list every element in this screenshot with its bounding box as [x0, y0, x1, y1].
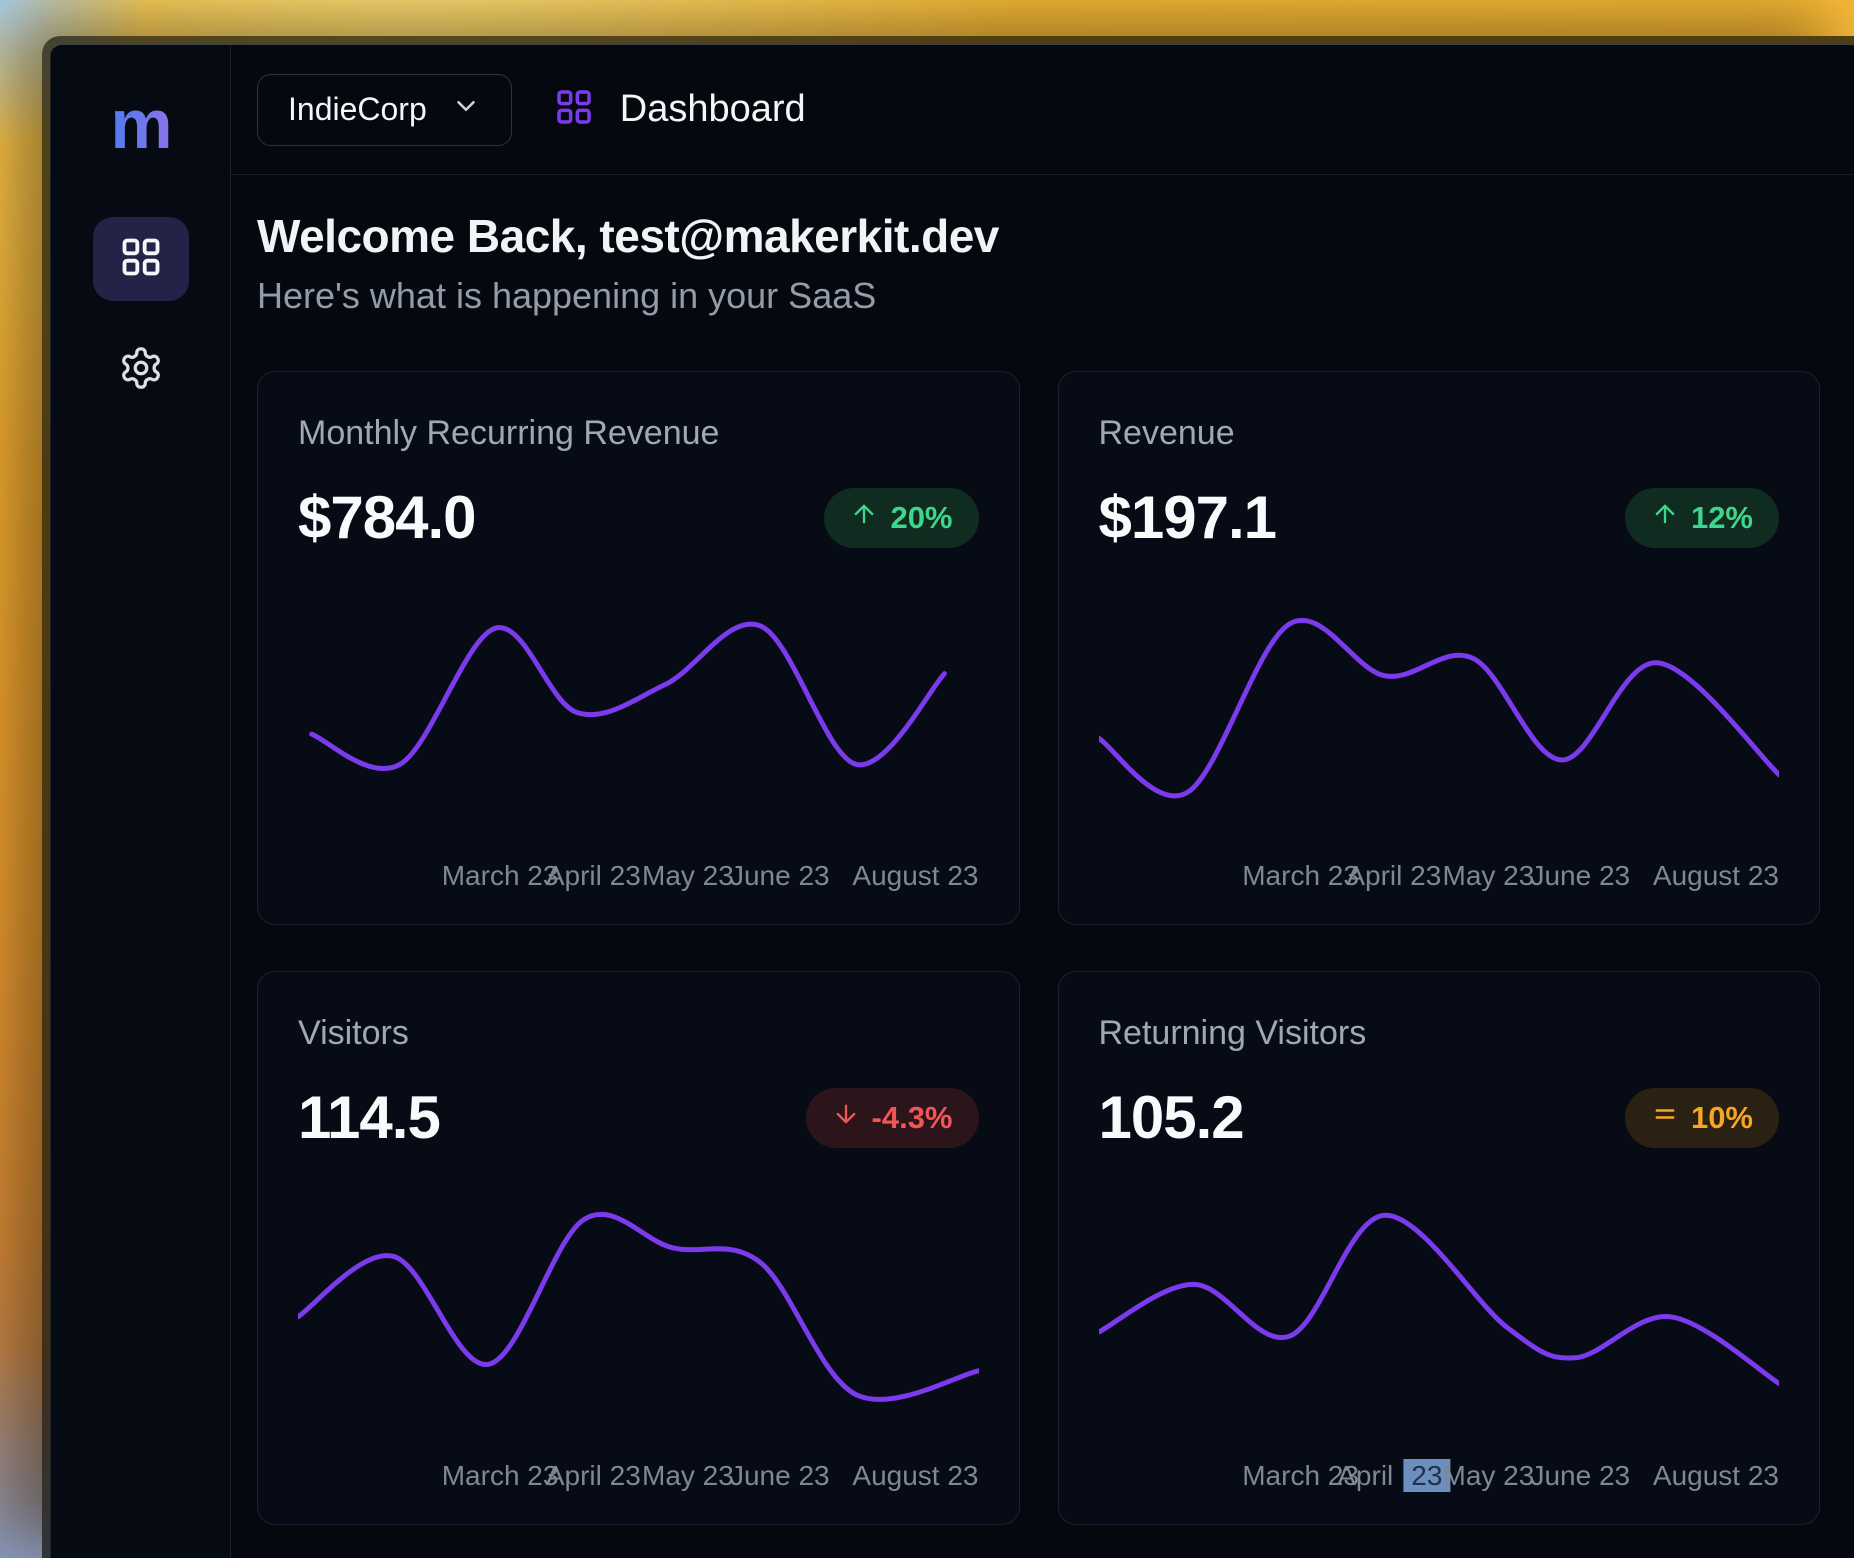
chart-area	[1099, 586, 1780, 840]
page-content: Welcome Back, test@makerkit.dev Here's w…	[231, 175, 1854, 1525]
trend-value: 12%	[1691, 500, 1753, 536]
trend-badge: -4.3%	[806, 1088, 979, 1148]
team-selector-button[interactable]: IndieCorp	[257, 74, 512, 146]
mrr-line-chart	[298, 586, 979, 826]
card-value: 105.2	[1099, 1083, 1244, 1152]
card-title: Returning Visitors	[1099, 1014, 1780, 1053]
trend-value: -4.3%	[872, 1100, 953, 1136]
card-title: Revenue	[1099, 414, 1780, 453]
card-visitors: Visitors 114.5 -4.3%	[257, 971, 1020, 1525]
chart-area	[298, 1186, 979, 1440]
x-tick: August 23	[852, 1460, 978, 1492]
x-tick: March 23	[442, 860, 559, 892]
card-value: $784.0	[298, 483, 476, 552]
layout-grid-icon	[119, 235, 163, 284]
gear-icon	[118, 345, 164, 396]
x-axis-labels: March 23 April 23 May 23 June 23 August …	[1099, 860, 1780, 900]
chart-area	[1099, 1186, 1780, 1440]
card-revenue: Revenue $197.1 12% Ma	[1058, 371, 1821, 925]
equals-icon	[1651, 1100, 1679, 1136]
x-tick: May 23	[642, 860, 734, 892]
x-tick: August 23	[1653, 1460, 1779, 1492]
trend-badge: 12%	[1625, 488, 1779, 548]
x-tick: May 23	[1443, 1460, 1535, 1492]
trend-badge: 10%	[1625, 1088, 1779, 1148]
trend-badge: 20%	[824, 488, 978, 548]
x-tick-month: April	[1337, 1460, 1393, 1491]
sidebar-item-settings[interactable]	[93, 335, 189, 405]
arrow-up-icon	[1651, 500, 1679, 536]
card-monthly-recurring-revenue: Monthly Recurring Revenue $784.0 20%	[257, 371, 1020, 925]
trend-value: 10%	[1691, 1100, 1753, 1136]
value-row: $784.0 20%	[298, 483, 979, 552]
x-tick-april-selected: April23	[1337, 1460, 1450, 1492]
visitors-line-chart	[298, 1186, 979, 1426]
x-tick: August 23	[852, 860, 978, 892]
value-row: 114.5 -4.3%	[298, 1083, 979, 1152]
x-axis-labels: March 23 April23 May 23 June 23 August 2…	[1099, 1460, 1780, 1500]
x-tick: May 23	[642, 1460, 734, 1492]
value-row: $197.1 12%	[1099, 483, 1780, 552]
returning-visitors-line-chart	[1099, 1186, 1780, 1426]
chevron-down-icon	[451, 91, 481, 129]
value-row: 105.2 10%	[1099, 1083, 1780, 1152]
breadcrumb: Dashboard	[554, 87, 806, 132]
makerkit-logo: m	[110, 89, 170, 159]
x-tick: June 23	[730, 1460, 830, 1492]
main-area: IndieCorp Dashboard Welcome Back, test@m…	[231, 45, 1854, 1558]
revenue-line-chart	[1099, 586, 1780, 826]
card-title: Monthly Recurring Revenue	[298, 414, 979, 453]
sidebar-item-dashboard[interactable]	[93, 217, 189, 301]
chart-area	[298, 586, 979, 840]
x-tick: June 23	[730, 860, 830, 892]
cards-grid: Monthly Recurring Revenue $784.0 20%	[257, 371, 1820, 1525]
x-tick: May 23	[1443, 860, 1535, 892]
x-tick: March 23	[442, 1460, 559, 1492]
team-selector-label: IndieCorp	[288, 91, 427, 128]
x-tick: April 23	[1346, 860, 1441, 892]
card-title: Visitors	[298, 1014, 979, 1053]
x-axis-labels: March 23 April 23 May 23 June 23 August …	[298, 860, 979, 900]
x-tick: June 23	[1530, 1460, 1630, 1492]
trend-value: 20%	[890, 500, 952, 536]
topbar: IndieCorp Dashboard	[231, 45, 1854, 175]
x-tick: April 23	[546, 860, 641, 892]
arrow-down-icon	[832, 1100, 860, 1136]
app-window: m IndieCorp	[50, 44, 1854, 1558]
x-axis-labels: March 23 April 23 May 23 June 23 August …	[298, 1460, 979, 1500]
arrow-up-icon	[850, 500, 878, 536]
page-title-breadcrumb: Dashboard	[620, 88, 806, 131]
card-value: 114.5	[298, 1083, 440, 1152]
x-tick: March 23	[1242, 860, 1359, 892]
page-subtitle: Here's what is happening in your SaaS	[257, 275, 1820, 317]
layout-grid-icon	[554, 87, 594, 132]
page-title: Welcome Back, test@makerkit.dev	[257, 209, 1820, 263]
card-value: $197.1	[1099, 483, 1277, 552]
sidebar: m	[51, 45, 231, 1558]
x-tick: August 23	[1653, 860, 1779, 892]
x-tick: April 23	[546, 1460, 641, 1492]
x-tick: June 23	[1530, 860, 1630, 892]
card-returning-visitors: Returning Visitors 105.2 10%	[1058, 971, 1821, 1525]
